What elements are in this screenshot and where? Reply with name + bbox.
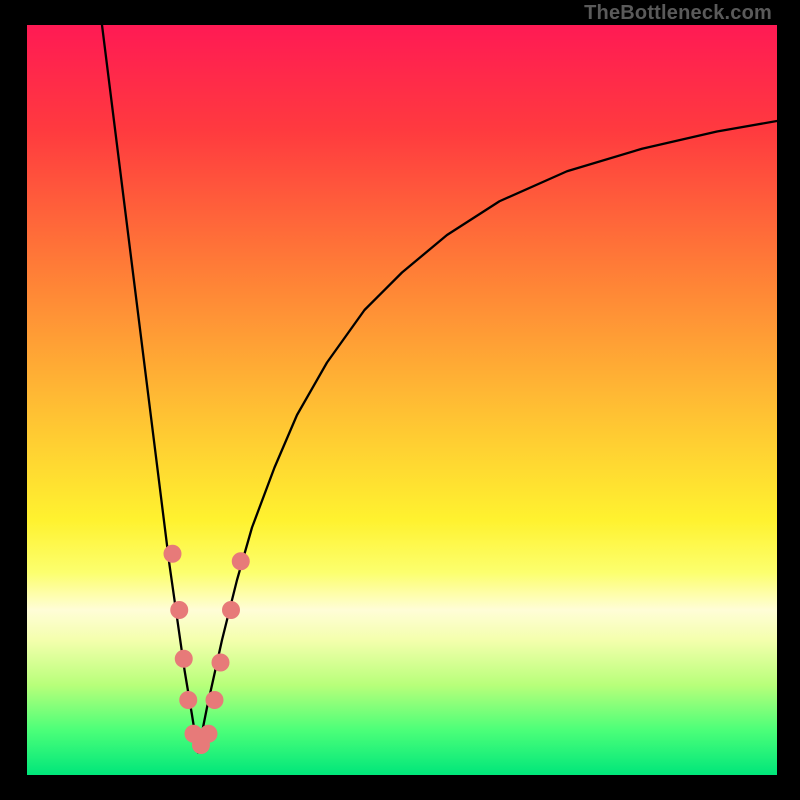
chart-plot [27,25,777,775]
data-series [102,25,777,753]
marker-dot [200,725,218,743]
curve-left-branch [102,25,198,753]
marker-dot [179,691,197,709]
data-markers [163,545,249,754]
marker-dot [163,545,181,563]
marker-dot [222,601,240,619]
marker-dot [175,650,193,668]
curve-right-branch [198,121,777,753]
watermark-label: TheBottleneck.com [584,2,772,25]
marker-dot [206,691,224,709]
chart-svg [27,25,777,775]
marker-dot [170,601,188,619]
chart-stage: TheBottleneck.com [0,0,800,800]
marker-dot [232,552,250,570]
marker-dot [211,654,229,672]
